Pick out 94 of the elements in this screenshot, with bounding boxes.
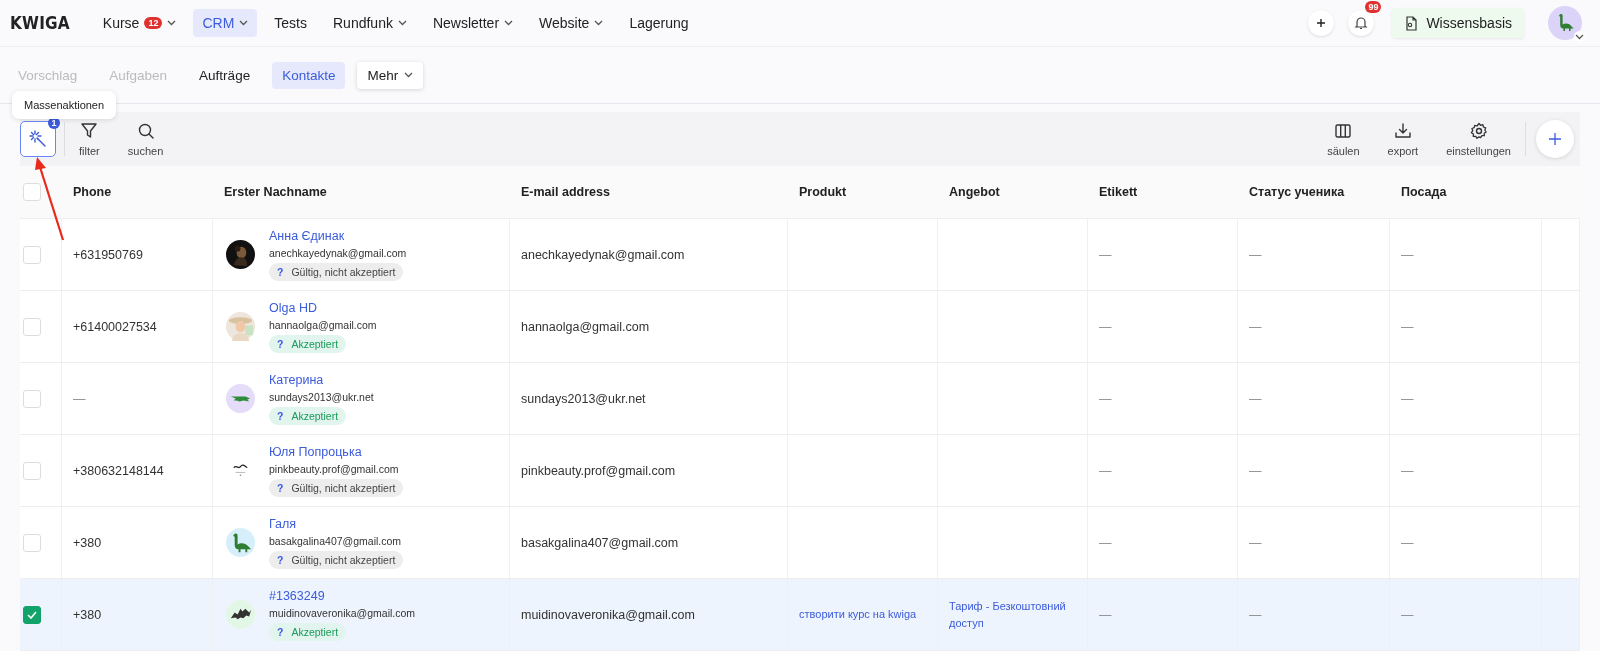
contact-name-link[interactable]: Галя bbox=[269, 516, 297, 531]
status-tag: ? Gültig, nicht akzeptiert bbox=[269, 550, 404, 569]
status-tag: ? Akzeptiert bbox=[269, 622, 347, 641]
table-cell: — bbox=[1249, 463, 1262, 478]
export-button[interactable]: export bbox=[1373, 121, 1433, 157]
table-cell: muidinovaveronika@gmail.com bbox=[521, 607, 695, 622]
document-search-icon bbox=[1404, 15, 1419, 31]
table-cell: — bbox=[1099, 463, 1112, 478]
table-cell: — bbox=[1249, 535, 1262, 550]
table-cell: hannaolga@gmail.com bbox=[521, 319, 650, 334]
contact-name-link[interactable]: Olga HD bbox=[269, 300, 317, 315]
tab[interactable]: Aufträge bbox=[189, 61, 261, 89]
contact-email: hannaolga@gmail.com bbox=[269, 318, 377, 331]
filter-button[interactable]: filter bbox=[65, 121, 114, 157]
column-header[interactable]: E-mail address bbox=[510, 185, 788, 199]
nav-item[interactable]: Website bbox=[530, 9, 613, 37]
contact-email: sundays2013@ukr.net bbox=[269, 390, 374, 403]
table-cell: — bbox=[1099, 607, 1112, 622]
table-cell: — bbox=[1099, 535, 1112, 550]
tab[interactable]: Mehr bbox=[357, 61, 424, 89]
table-cell: — bbox=[1401, 463, 1414, 478]
contact-name-link[interactable]: Юля Попроцька bbox=[269, 444, 362, 459]
nav-item[interactable]: CRM bbox=[193, 9, 258, 37]
plus-icon bbox=[1548, 132, 1562, 146]
nav-item[interactable]: Lagerung bbox=[620, 9, 698, 37]
table-cell: — bbox=[1249, 319, 1262, 334]
contact-name-link[interactable]: Катерина bbox=[269, 372, 324, 387]
status-tag: ? Akzeptiert bbox=[269, 334, 347, 353]
column-header[interactable]: Etikett bbox=[1088, 185, 1238, 199]
product-link[interactable]: створити курс на kwiga bbox=[799, 606, 927, 623]
table-cell: sundays2013@ukr.net bbox=[521, 391, 646, 406]
contact-email: pinkbeauty.prof@gmail.com bbox=[269, 462, 399, 475]
status-tag: ? Akzeptiert bbox=[269, 406, 347, 425]
table-cell: — bbox=[1249, 247, 1262, 262]
table-cell: — bbox=[1249, 391, 1262, 406]
plus-icon bbox=[1316, 18, 1327, 28]
column-header[interactable]: Посада bbox=[1390, 185, 1542, 199]
tab[interactable]: Kontakte bbox=[272, 61, 346, 89]
column-header[interactable]: Phone bbox=[62, 185, 213, 199]
search-icon bbox=[136, 121, 155, 140]
table-cell: +631950769 bbox=[73, 247, 143, 262]
column-header[interactable]: Angebot bbox=[938, 185, 1088, 199]
settings-icon bbox=[1469, 121, 1488, 140]
check-icon bbox=[27, 610, 37, 619]
table-cell: basakgalina407@gmail.com bbox=[521, 535, 679, 550]
status-tag: ? Gültig, nicht akzeptiert bbox=[269, 262, 404, 281]
table-cell: — bbox=[1401, 391, 1414, 406]
count-badge: 12 bbox=[144, 17, 163, 29]
nav-item[interactable]: Tests bbox=[265, 9, 316, 37]
table-cell: +380 bbox=[73, 535, 102, 550]
contact-email: anechkayedynak@gmail.com bbox=[269, 246, 407, 259]
download-icon bbox=[1393, 121, 1412, 140]
table-cell: — bbox=[1401, 319, 1414, 334]
table-cell: — bbox=[1401, 535, 1414, 550]
table-cell: — bbox=[1099, 391, 1112, 406]
nav-item[interactable]: Kurse 12 bbox=[93, 9, 186, 37]
table-cell: +380632148144 bbox=[73, 463, 164, 478]
count-badge: 99 bbox=[1365, 1, 1382, 13]
contact-name-link[interactable]: Анна Єдинак bbox=[269, 228, 345, 243]
bell-icon bbox=[1354, 16, 1369, 30]
magic-wand-icon bbox=[29, 130, 47, 148]
table-cell: pinkbeauty.prof@gmail.com bbox=[521, 463, 676, 478]
logo[interactable]: KWIGA bbox=[10, 13, 70, 33]
table-cell: — bbox=[1401, 247, 1414, 262]
user-avatar[interactable] bbox=[1548, 6, 1582, 40]
contact-email: basakgalina407@gmail.com bbox=[269, 534, 402, 547]
table-cell: — bbox=[1099, 247, 1112, 262]
offer-link[interactable]: Тариф - Безкоштовний доступ bbox=[949, 598, 1087, 631]
filter-icon bbox=[80, 121, 99, 140]
nav-item[interactable]: Rundfunk bbox=[324, 9, 416, 37]
table-cell: — bbox=[1249, 607, 1262, 622]
columns-icon bbox=[1334, 121, 1353, 140]
status-tag: ? Gültig, nicht akzeptiert bbox=[269, 478, 404, 497]
chevron-down-icon bbox=[1575, 33, 1584, 40]
contact-name-link[interactable]: #1363249 bbox=[269, 588, 325, 603]
knowledge-base-button[interactable]: Wissensbasis bbox=[1392, 8, 1524, 38]
column-header[interactable]: Статус ученика bbox=[1238, 185, 1390, 199]
tooltip: Massenaktionen bbox=[12, 91, 117, 119]
column-header[interactable]: Produkt bbox=[788, 185, 938, 199]
notifications-button[interactable] bbox=[1348, 10, 1375, 36]
table-cell: — bbox=[73, 391, 86, 406]
contact-email: muidinovaveronika@gmail.com bbox=[269, 606, 416, 619]
table-cell: +61400027534 bbox=[73, 319, 157, 334]
column-header[interactable]: Erster Nachname bbox=[213, 185, 510, 199]
settings-button[interactable]: einstellungen bbox=[1432, 121, 1525, 157]
table-cell: — bbox=[1401, 607, 1414, 622]
add-button[interactable] bbox=[1308, 10, 1335, 36]
search-button[interactable]: suchen bbox=[113, 121, 178, 157]
table-cell: — bbox=[1099, 319, 1112, 334]
table-cell: anechkayedynak@gmail.com bbox=[521, 247, 685, 262]
checkbox[interactable] bbox=[23, 605, 41, 624]
table-cell: +380 bbox=[73, 607, 102, 622]
nav-item[interactable]: Newsletter bbox=[423, 9, 523, 37]
columns-button[interactable]: säulen bbox=[1313, 121, 1374, 157]
